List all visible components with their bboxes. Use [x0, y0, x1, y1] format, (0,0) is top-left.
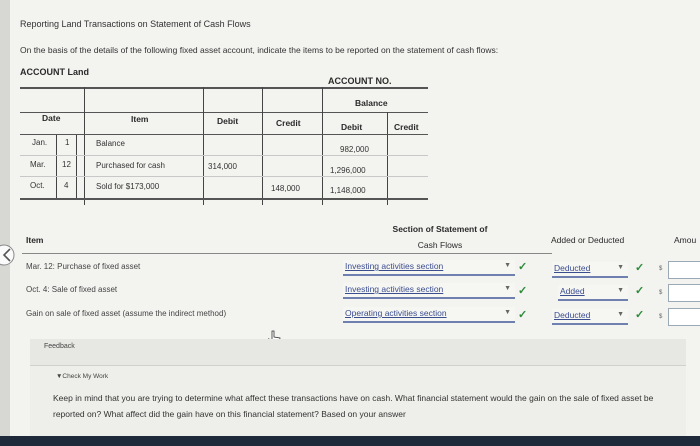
- ledger-bottom-rule: [20, 198, 428, 200]
- row-balance-debit: 1,148,000: [330, 186, 366, 195]
- chevron-down-icon: ▼: [504, 262, 511, 269]
- ledger-divider: [56, 134, 57, 198]
- answer-header-rule: [22, 253, 552, 254]
- added-deducted-select[interactable]: Deducted ▼: [552, 309, 628, 325]
- balance-header: Balance: [355, 98, 388, 108]
- answer-header-amount: Amou: [674, 235, 697, 245]
- col-header-balance-debit: Debit: [341, 122, 363, 132]
- row-balance-debit: 982,000: [340, 145, 369, 154]
- amount-input[interactable]: [668, 308, 700, 326]
- row-day: 12: [62, 160, 71, 169]
- row-item: Balance: [96, 139, 125, 148]
- chevron-down-icon: ▼: [617, 311, 624, 318]
- answer-row-item: Mar. 12: Purchase of fixed asset: [26, 262, 141, 271]
- row-day: 1: [65, 138, 70, 147]
- checkmark-icon: ✓: [635, 309, 645, 321]
- answer-header-added: Added or Deducted: [551, 235, 625, 245]
- account-number-label: ACCOUNT NO.: [328, 76, 392, 86]
- check-my-work-toggle[interactable]: ▼Check My Work: [56, 373, 108, 380]
- feedback-text: Keep in mind that you are trying to dete…: [53, 393, 654, 419]
- col-header-credit: Credit: [276, 118, 301, 128]
- ledger-divider: [84, 87, 85, 205]
- header-rule: [20, 134, 428, 135]
- checkmark-icon: ✓: [518, 261, 528, 273]
- col-header-debit: Debit: [217, 116, 239, 126]
- row-month: Mar.: [30, 160, 46, 169]
- row-credit: 148,000: [271, 184, 300, 193]
- row-day: 4: [64, 181, 69, 190]
- amount-input[interactable]: [668, 261, 700, 279]
- answer-header-section-2: Cash Flows: [417, 240, 463, 250]
- col-header-date: Date: [42, 113, 61, 123]
- taskbar: [0, 436, 700, 446]
- ledger-divider: [387, 112, 388, 205]
- checkmark-icon: ✓: [518, 285, 528, 297]
- added-deducted-select[interactable]: Deducted ▼: [552, 262, 628, 278]
- ledger-top-rule: [20, 87, 428, 89]
- row-item: Sold for $173,000: [96, 182, 160, 191]
- ledger-divider: [203, 87, 204, 205]
- section-select[interactable]: Investing activities section ▼: [343, 260, 515, 276]
- amount-input[interactable]: [668, 284, 700, 302]
- ledger-divider: [262, 87, 263, 205]
- row-balance-debit: 1,296,000: [330, 166, 366, 175]
- dollar-sign: $: [659, 266, 663, 272]
- ledger-divider: [322, 87, 323, 205]
- answer-row-item: Gain on sale of fixed asset (assume the …: [26, 309, 227, 318]
- checkmark-icon: ✓: [635, 262, 645, 274]
- col-header-item: Item: [131, 114, 149, 124]
- chevron-down-icon: ▼: [617, 287, 624, 294]
- row-debit: 314,000: [208, 162, 237, 171]
- row-month: Oct.: [30, 181, 45, 190]
- col-header-balance-credit: Credit: [394, 122, 419, 132]
- account-title: ACCOUNT Land: [20, 67, 89, 77]
- row-month: Jan.: [32, 138, 48, 147]
- chevron-down-icon: ▼: [617, 264, 624, 271]
- answer-header-section-1: Section of Statement of: [392, 224, 488, 234]
- checkmark-icon: ✓: [518, 309, 528, 321]
- back-arrow-icon[interactable]: [0, 244, 22, 266]
- instructions: On the basis of the details of the follo…: [20, 45, 499, 55]
- section-select[interactable]: Investing activities section ▼: [343, 283, 515, 299]
- feedback-bar[interactable]: Feedback: [30, 339, 686, 365]
- chevron-down-icon: ▼: [504, 285, 511, 292]
- answer-header-item: Item: [26, 235, 44, 245]
- added-deducted-select[interactable]: Added ▼: [558, 285, 628, 301]
- row-item: Purchased for cash: [96, 161, 165, 170]
- ledger-mid-rule: [20, 112, 428, 113]
- ledger-divider: [76, 134, 77, 198]
- row-rule: [20, 176, 428, 177]
- row-rule: [20, 155, 428, 156]
- chevron-down-icon: ▼: [504, 309, 511, 316]
- dollar-sign: $: [659, 290, 663, 296]
- checkmark-icon: ✓: [635, 285, 645, 297]
- answer-row-item: Oct. 4: Sale of fixed asset: [26, 285, 118, 294]
- section-select[interactable]: Operating activities section ▼: [343, 307, 515, 323]
- feedback-label: Feedback: [44, 343, 75, 350]
- dollar-sign: $: [659, 314, 663, 320]
- page-title: Reporting Land Transactions on Statement…: [20, 19, 251, 29]
